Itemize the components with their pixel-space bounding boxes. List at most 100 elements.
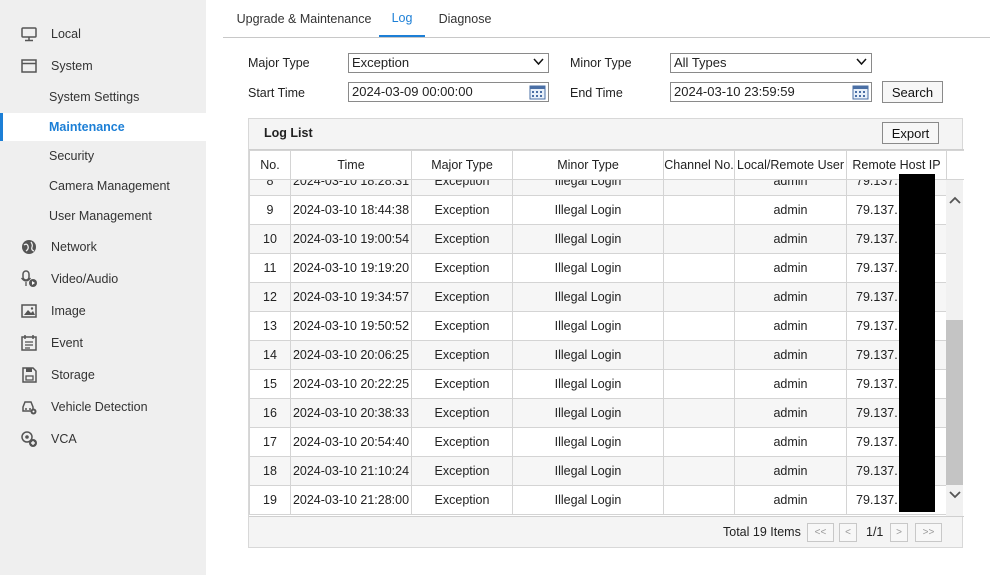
cell-no: 11 (249, 253, 291, 283)
cell-minor-type: Illegal Login (512, 311, 664, 341)
sidebar-item-label: Vehicle Detection (51, 400, 148, 414)
cell-channel-no (663, 398, 735, 428)
table-row[interactable]: 15 2024-03-10 20:22:25 Exception Illegal Lo… (249, 369, 947, 399)
sidebar-item-label: VCA (51, 432, 77, 446)
cell-minor-type: Illegal Login (512, 340, 664, 370)
cell-no: 16 (249, 398, 291, 428)
column-header-minor-type[interactable]: Minor Type (512, 150, 664, 180)
sidebar-item-system[interactable]: System (0, 51, 206, 81)
tab-upgrade-maintenance[interactable]: Upgrade & Maintenance (231, 0, 377, 38)
cell-minor-type: Illegal Login (512, 456, 664, 486)
sidebar: Local System System Settings Maintenance… (0, 0, 206, 575)
sidebar-item-local[interactable]: Local (0, 19, 206, 49)
cell-user: admin (734, 282, 847, 312)
table-row[interactable]: 9 2024-03-10 18:44:38 Exception Illegal Log… (249, 195, 947, 225)
sidebar-item-vehicle-detection[interactable]: Vehicle Detection (0, 392, 206, 422)
table-row[interactable]: 14 2024-03-10 20:06:25 Exception Illegal Lo… (249, 340, 947, 370)
sidebar-item-image[interactable]: Image (0, 296, 206, 326)
cell-user: admin (734, 195, 847, 225)
cell-channel-no (663, 180, 735, 196)
first-page-button[interactable]: << (807, 523, 834, 542)
cell-time: 2024-03-10 20:22:25 (290, 369, 412, 399)
cell-time: 2024-03-10 20:06:25 (290, 340, 412, 370)
cell-minor-type: Illegal Login (512, 180, 664, 196)
column-header-no[interactable]: No. (249, 150, 291, 180)
sidebar-subitem-security[interactable]: Security (0, 142, 206, 170)
calendar-icon[interactable] (529, 84, 546, 100)
table-scrollbar[interactable] (946, 180, 963, 516)
tab-diagnose[interactable]: Diagnose (433, 0, 497, 38)
vca-icon (20, 430, 38, 448)
minor-type-value: All Types (674, 55, 727, 70)
table-row[interactable]: 18 2024-03-10 21:10:24 Exception Illegal Lo… (249, 456, 947, 486)
table-row[interactable]: 13 2024-03-10 19:50:52 Exception Illegal Lo… (249, 311, 947, 341)
scroll-thumb[interactable] (946, 320, 963, 485)
cell-channel-no (663, 427, 735, 457)
cell-major-type: Exception (411, 485, 513, 515)
cell-minor-type: Illegal Login (512, 427, 664, 457)
cell-user: admin (734, 427, 847, 457)
column-header-user[interactable]: Local/Remote User (734, 150, 847, 180)
minor-type-select[interactable]: All Types (670, 53, 872, 73)
cell-channel-no (663, 224, 735, 254)
log-table-header: No. Time Major Type Minor Type Channel N… (249, 150, 964, 180)
tab-bar: Upgrade & Maintenance Log Diagnose (223, 0, 990, 38)
cell-user: admin (734, 224, 847, 254)
search-button[interactable]: Search (882, 81, 943, 103)
end-time-input[interactable]: 2024-03-10 23:59:59 (670, 82, 872, 102)
column-header-channel-no[interactable]: Channel No. (663, 150, 735, 180)
next-page-button[interactable]: > (890, 523, 908, 542)
cell-major-type: Exception (411, 224, 513, 254)
page-indicator: 1/1 (866, 525, 884, 539)
video-audio-icon (20, 270, 38, 288)
tab-log[interactable]: Log (379, 0, 425, 37)
sidebar-item-network[interactable]: Network (0, 232, 206, 262)
cell-minor-type: Illegal Login (512, 485, 664, 515)
sidebar-subitem-user-management[interactable]: User Management (0, 202, 206, 230)
system-icon (20, 57, 38, 75)
major-type-select[interactable]: Exception (348, 53, 549, 73)
table-row[interactable]: 17 2024-03-10 20:54:40 Exception Illegal Lo… (249, 427, 947, 457)
column-header-major-type[interactable]: Major Type (411, 150, 513, 180)
last-page-button[interactable]: >> (915, 523, 942, 542)
storage-icon (20, 366, 38, 384)
log-table-body-viewport: 8 2024-03-10 18:28:31 Exception Illegal Log… (249, 180, 964, 516)
scroll-down-button[interactable] (946, 485, 963, 505)
sidebar-subitem-system-settings[interactable]: System Settings (0, 83, 206, 111)
sidebar-item-label: Video/Audio (51, 272, 119, 286)
column-header-time[interactable]: Time (290, 150, 412, 180)
table-row[interactable]: 19 2024-03-10 21:28:00 Exception Illegal Lo… (249, 485, 947, 515)
sidebar-item-event[interactable]: Event (0, 328, 206, 358)
sidebar-subitem-camera-management[interactable]: Camera Management (0, 172, 206, 200)
calendar-icon[interactable] (852, 84, 869, 100)
table-row[interactable]: 8 2024-03-10 18:28:31 Exception Illegal Log… (249, 180, 947, 196)
table-row[interactable]: 10 2024-03-10 19:00:54 Exception Illegal Lo… (249, 224, 947, 254)
table-row[interactable]: 16 2024-03-10 20:38:33 Exception Illegal Lo… (249, 398, 947, 428)
cell-no: 14 (249, 340, 291, 370)
start-time-value: 2024-03-09 00:00:00 (352, 84, 473, 99)
chevron-down-icon (856, 58, 867, 66)
cell-minor-type: Illegal Login (512, 253, 664, 283)
cell-no: 15 (249, 369, 291, 399)
table-row[interactable]: 11 2024-03-10 19:19:20 Exception Illegal Lo… (249, 253, 947, 283)
cell-minor-type: Illegal Login (512, 224, 664, 254)
vehicle-icon (20, 398, 38, 416)
chevron-up-icon (948, 196, 961, 204)
sidebar-subitem-label: Security (49, 149, 95, 163)
sidebar-item-video-audio[interactable]: Video/Audio (0, 264, 206, 294)
sidebar-item-storage[interactable]: Storage (0, 360, 206, 390)
table-row[interactable]: 12 2024-03-10 19:34:57 Exception Illegal Lo… (249, 282, 947, 312)
cell-no: 10 (249, 224, 291, 254)
cell-minor-type: Illegal Login (512, 369, 664, 399)
cell-time: 2024-03-10 19:00:54 (290, 224, 412, 254)
export-button[interactable]: Export (882, 122, 939, 144)
cell-major-type: Exception (411, 311, 513, 341)
sidebar-subitem-maintenance[interactable]: Maintenance (0, 113, 206, 141)
prev-page-button[interactable]: < (839, 523, 857, 542)
start-time-input[interactable]: 2024-03-09 00:00:00 (348, 82, 549, 102)
scroll-up-button[interactable] (946, 190, 963, 210)
cell-time: 2024-03-10 21:28:00 (290, 485, 412, 515)
cell-minor-type: Illegal Login (512, 282, 664, 312)
sidebar-item-vca[interactable]: VCA (0, 424, 206, 454)
cell-no: 13 (249, 311, 291, 341)
